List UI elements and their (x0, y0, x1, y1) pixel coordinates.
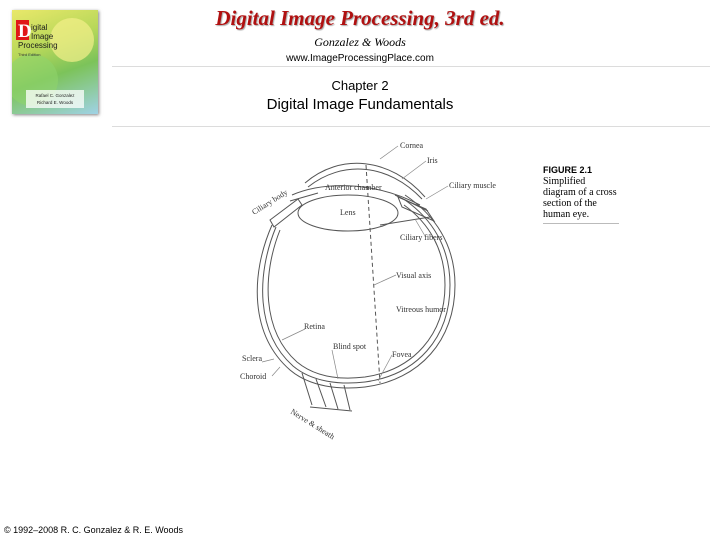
eye-diagram: Cornea Iris Ciliary muscle Anterior cham… (240, 141, 496, 441)
label-ciliary-muscle: Ciliary muscle (449, 181, 496, 190)
header-divider (112, 66, 710, 67)
label-choroid: Choroid (240, 372, 266, 381)
caption-line-4: human eye. (543, 209, 590, 220)
label-fovea: Fovea (392, 350, 412, 359)
caption-line-3: section of the (543, 198, 597, 209)
label-vitreous-humor: Vitreous humor (396, 305, 446, 314)
optic-nerve (301, 372, 353, 412)
chapter-divider (112, 126, 710, 127)
label-blind-spot: Blind spot (333, 342, 367, 351)
label-iris: Iris (427, 156, 438, 165)
chapter-number: Chapter 2 (331, 78, 389, 93)
label-ciliary-body: Ciliary body (250, 188, 289, 217)
figure-label: FIGURE 2.1 (543, 165, 593, 175)
book-title: Digital Image Processing, 3rd ed. (215, 6, 505, 30)
figure-caption: FIGURE 2.1 Simplified diagram of a cross… (543, 165, 623, 224)
label-visual-axis: Visual axis (396, 271, 431, 280)
copyright-notice: © 1992–2008 R. C. Gonzalez & R. E. Woods (4, 525, 184, 535)
caption-line-1: Simplified (543, 176, 586, 187)
authors: Gonzalez & Woods (314, 35, 406, 49)
chapter-title: Digital Image Fundamentals (266, 96, 454, 113)
label-nerve-sheath: Nerve & sheath (289, 407, 336, 441)
label-sclera: Sclera (242, 354, 262, 363)
caption-underline (543, 223, 619, 224)
label-retina: Retina (304, 322, 325, 331)
caption-line-2: diagram of a cross (543, 187, 617, 198)
label-ciliary-fibers: Ciliary fibers (400, 233, 442, 242)
label-anterior-chamber: Anterior chamber (325, 183, 382, 192)
label-cornea: Cornea (400, 141, 424, 150)
sclera-outline (256, 194, 456, 389)
label-lens: Lens (340, 208, 356, 217)
website-link[interactable]: www.ImageProcessingPlace.com (0, 53, 720, 64)
